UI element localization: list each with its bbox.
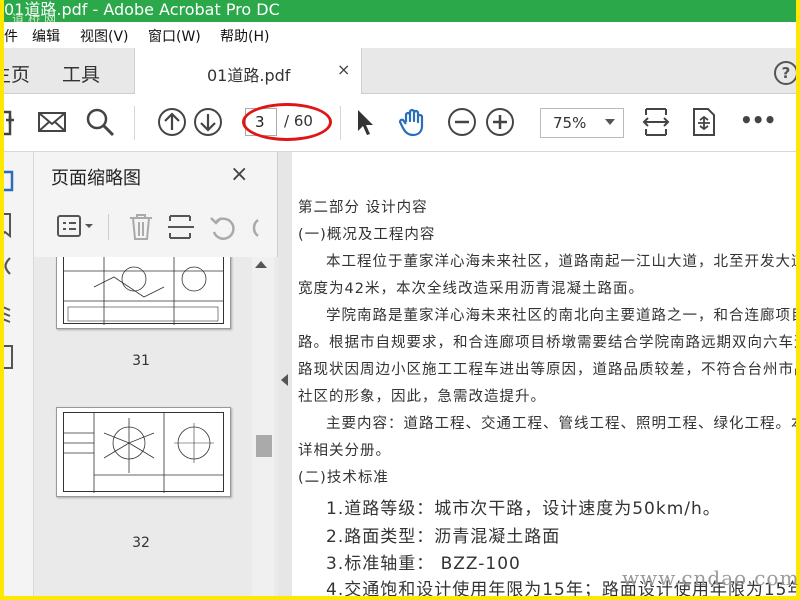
doc-line: 1.道路等级：城市次干路，设计速度为50km/h。 [326, 499, 721, 519]
tab-document[interactable]: 01道路.pdf × [134, 48, 362, 94]
menu-help[interactable]: 帮助(H) [220, 26, 269, 46]
search-icon[interactable] [84, 106, 116, 138]
doc-line: 本工程位于董家洋心海未来社区，道路南起一江山大道，北至开发大道，全长约79 [326, 254, 796, 270]
doc-line: 主要内容：道路工程、交通工程、管线工程、照明工程、绿化工程。本册为道路工程 [326, 416, 796, 432]
thumbnail-list: 31 32 [34, 257, 278, 596]
navigation-rail [4, 152, 34, 596]
thumbnail-drawing-preview [64, 413, 224, 493]
doc-line: 社区的形象，因此，急需改造提升。 [298, 389, 546, 405]
tab-close-icon[interactable]: × [337, 60, 350, 79]
doc-line: (一)概况及工程内容 [298, 227, 436, 243]
hand-tool-icon[interactable] [398, 106, 430, 138]
rotate-right-icon[interactable] [244, 212, 274, 242]
scroll-up-arrow[interactable] [255, 261, 267, 268]
scrollbar-thumb[interactable] [256, 435, 272, 457]
help-icon[interactable]: ? [774, 61, 796, 85]
zoom-out-icon[interactable] [446, 106, 478, 138]
menu-bar: 件 编辑 视图(V) 窗口(W) 帮助(H) [4, 22, 796, 48]
collapse-arrow-icon[interactable] [281, 374, 288, 386]
rotate-left-icon[interactable] [208, 212, 238, 242]
doc-line: (二)技术标准 [298, 470, 389, 486]
panel-collapse-strip[interactable] [278, 152, 292, 596]
page-thumbnail[interactable] [56, 257, 231, 329]
doc-line: 详相关分册。 [298, 443, 391, 459]
thumbnail-toolbar [48, 208, 278, 248]
thumbnail-drawing-preview [64, 257, 224, 325]
doc-line: 学院南路是董家洋心海未来社区的南北向主要道路之一，和合连廊项目有3个天桥桥 [326, 308, 796, 324]
tab-home[interactable]: 主页 [4, 60, 30, 87]
page-thumbnail[interactable] [56, 407, 231, 497]
toolbar-divider [340, 106, 341, 140]
tab-document-label: 01道路.pdf [207, 66, 291, 85]
bookmarks-icon[interactable] [4, 210, 34, 240]
previous-page-icon[interactable] [156, 106, 188, 138]
panel-close-icon[interactable]: × [230, 162, 248, 187]
doc-line: 第二部分 设计内容 [298, 200, 428, 216]
toolbar: 3 / 60 75% ••• [4, 94, 796, 152]
zoom-select[interactable]: 75% [540, 108, 624, 138]
fit-page-icon[interactable] [640, 106, 672, 138]
zoom-value: 75% [553, 114, 587, 132]
thumbnail-options-icon[interactable] [56, 212, 96, 242]
doc-line: 2.路面类型：沥青混凝土路面 [326, 527, 561, 547]
page-icon[interactable] [4, 342, 34, 372]
doc-line: 3.标准轴重： BZZ-100 [326, 554, 521, 574]
tab-tools[interactable]: 工具 [62, 60, 100, 87]
next-page-icon[interactable] [192, 106, 224, 138]
menu-window[interactable]: 窗口(W) [148, 26, 201, 46]
zoom-in-icon[interactable] [484, 106, 516, 138]
delete-icon[interactable] [126, 212, 156, 242]
thumbnail-page-number: 32 [132, 535, 150, 551]
toolbar-divider [134, 106, 135, 140]
document-page: 第二部分 设计内容 (一)概况及工程内容 本工程位于董家洋心海未来社区，道路南起… [292, 152, 796, 596]
create-pdf-icon[interactable] [4, 106, 18, 138]
insert-page-icon[interactable] [166, 212, 196, 242]
title-bar: 01道路.pdf - Adobe Acrobat Pro DC 道桥网 [4, 0, 796, 26]
page-thumbnails-icon[interactable] [4, 166, 34, 196]
thumbnail-scrollbar[interactable] [252, 257, 274, 596]
select-cursor-icon[interactable] [349, 106, 381, 138]
layers-icon[interactable] [4, 298, 34, 328]
highlight-annotation [242, 103, 332, 141]
panel-title: 页面缩略图 [51, 168, 141, 189]
email-icon[interactable] [36, 106, 68, 138]
doc-line: 宽度为42米，本次全线改造采用沥青混凝土路面。 [298, 281, 644, 297]
thumbnail-page-number: 31 [132, 353, 150, 369]
doc-line: 路。根据市自规要求，和合连廊项目桥墩需要结合学院南路远期双向六车道方案实施。而 [298, 335, 796, 351]
acrobat-window: 01道路.pdf - Adobe Acrobat Pro DC 道桥网 件 编辑… [4, 0, 796, 596]
site-watermark: www.cndao.com [622, 566, 800, 590]
menu-edit[interactable]: 编辑 [32, 26, 60, 46]
more-options-icon[interactable]: ••• [740, 108, 776, 132]
menu-file[interactable]: 件 [4, 26, 18, 46]
doc-line: 路现状因周边小区施工工程车进出等原因，道路品质较差，不符合台州市品质道路的要求 [298, 362, 796, 378]
scroll-mode-icon[interactable] [688, 106, 720, 138]
menu-view[interactable]: 视图(V) [80, 26, 129, 46]
thumbnails-panel: 页面缩略图 × 31 32 [34, 152, 278, 596]
thumbnail-toolbar-divider [108, 214, 109, 240]
attachments-icon[interactable] [4, 252, 34, 282]
tab-bar: 主页 工具 01道路.pdf × ? [4, 48, 796, 94]
chevron-down-icon [605, 119, 615, 125]
